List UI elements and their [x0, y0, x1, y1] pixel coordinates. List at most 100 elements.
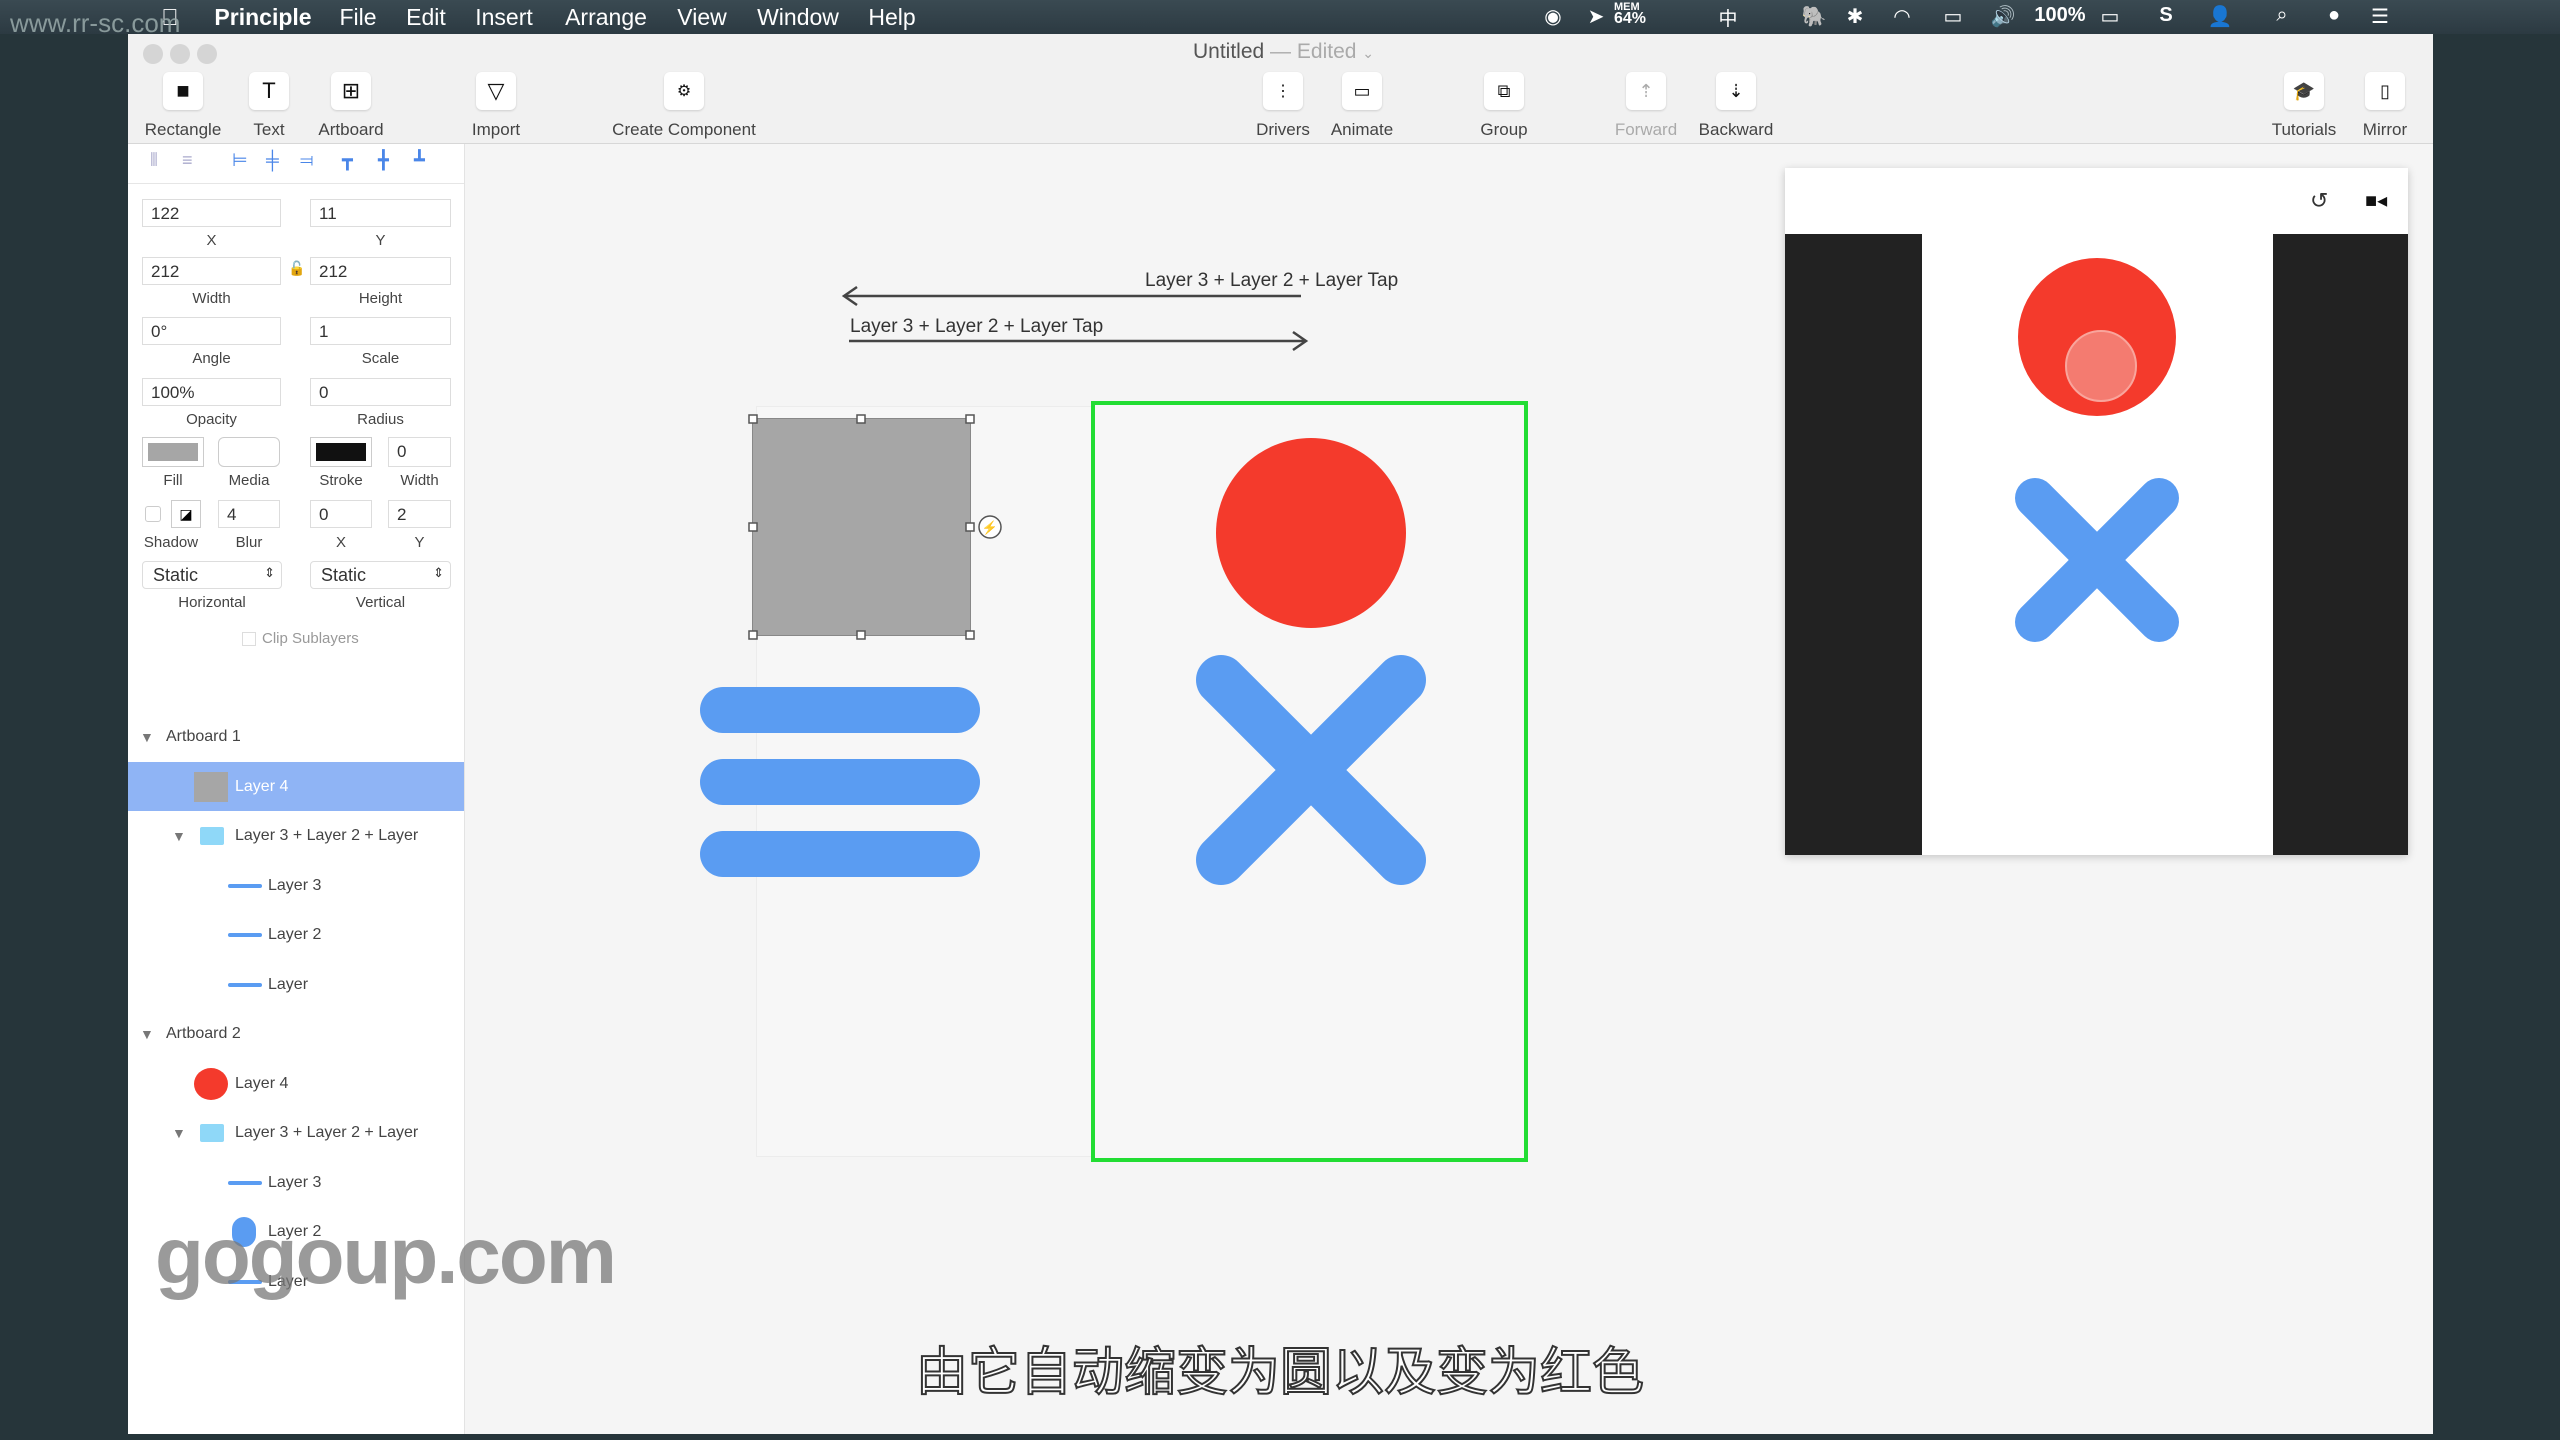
menu-help[interactable]: Help	[868, 4, 915, 31]
volume-icon[interactable]: 🔊	[1991, 4, 2016, 29]
battery-percent[interactable]: 100%	[2034, 4, 2085, 27]
user-icon[interactable]: 👤	[2208, 4, 2233, 29]
preview-device[interactable]	[1785, 234, 2408, 855]
horizontal-label: Horizontal	[178, 594, 246, 611]
layer-group[interactable]: ▼ Layer 3 + Layer 2 + Layer	[128, 1108, 464, 1157]
menu-app[interactable]: Principle	[214, 4, 311, 31]
stroke-width-field[interactable]: 0	[388, 437, 451, 467]
distribute-horizontal-icon[interactable]: ⦀	[150, 150, 158, 171]
mem-status[interactable]: MEM 64%	[1614, 1, 1646, 27]
menu-view[interactable]: View	[677, 4, 726, 31]
updown-chevron-icon: ⇕	[433, 565, 444, 580]
canvas[interactable]: Layer 3 + Layer 2 + Layer Tap Layer 3 + …	[465, 144, 2433, 1434]
layer-item[interactable]: Layer 2	[128, 910, 464, 959]
blue-bar-layer[interactable]	[700, 831, 980, 877]
animate-button[interactable]: ▭ Animate	[1302, 72, 1422, 140]
layer-item[interactable]: Layer 3	[128, 1158, 464, 1207]
video-camera-icon[interactable]: ■◂	[2365, 188, 2387, 213]
radius-field[interactable]: 0	[310, 378, 451, 406]
zoom-window-button[interactable]	[197, 44, 217, 64]
angle-field[interactable]: 0°	[142, 317, 281, 345]
group-icon: ⧉	[1484, 72, 1524, 110]
distribute-vertical-icon[interactable]: ≡	[182, 150, 193, 171]
send-icon[interactable]: ➤	[1588, 4, 1605, 29]
layer-item[interactable]: Layer 3	[128, 861, 464, 910]
stroke-label: Stroke	[319, 472, 363, 489]
fill-swatch[interactable]	[142, 437, 204, 467]
graduation-cap-icon: 🎓	[2284, 72, 2324, 110]
align-middle-icon[interactable]: ╋	[378, 150, 389, 171]
back-arrow[interactable]	[841, 285, 1301, 307]
disclosure-triangle-icon[interactable]: ▼	[172, 1125, 186, 1141]
align-bottom-icon[interactable]: ┻	[414, 150, 425, 171]
layer-group[interactable]: ▼ Layer 3 + Layer 2 + Layer	[128, 811, 464, 860]
align-right-icon[interactable]: ⫤	[300, 150, 314, 171]
battery-icon[interactable]: ▭	[2101, 4, 2120, 29]
menu-window[interactable]: Window	[757, 4, 839, 31]
create-component-button[interactable]: ⚙ Create Component	[594, 72, 774, 140]
backward-button[interactable]: ⇣ Backward	[1676, 72, 1796, 140]
airplay-icon[interactable]: ▭	[1944, 4, 1963, 29]
scale-field[interactable]: 1	[310, 317, 451, 345]
group-button[interactable]: ⧉ Group	[1444, 72, 1564, 140]
disclosure-triangle-icon[interactable]: ▼	[140, 1026, 154, 1042]
menu-arrange[interactable]: Arrange	[565, 4, 647, 31]
blur-field[interactable]: 4	[218, 500, 280, 528]
layer-item[interactable]: Layer	[128, 960, 464, 1009]
clip-sublayers-checkbox[interactable]	[242, 632, 256, 646]
animate-label: Animate	[1330, 120, 1394, 139]
notification-center-icon[interactable]: ☰	[2371, 4, 2389, 29]
vertical-select[interactable]: Static ⇕	[310, 561, 451, 589]
import-button[interactable]: ▽ Import	[436, 72, 556, 140]
shadow-x-field[interactable]: 0	[310, 500, 372, 528]
s-app-icon[interactable]: S	[2159, 4, 2172, 27]
blue-bar-layer-3[interactable]	[700, 687, 980, 733]
window-title[interactable]: Untitled — Edited ⌄	[1193, 40, 1374, 64]
lightning-icon[interactable]: ⚡	[982, 520, 998, 536]
menu-file[interactable]: File	[339, 4, 376, 31]
menu-insert[interactable]: Insert	[475, 4, 533, 31]
blue-bar-layer-2[interactable]	[700, 759, 980, 805]
record-icon[interactable]: ◉	[1544, 4, 1561, 29]
lock-icon[interactable]: 🔓	[288, 260, 305, 277]
disclosure-triangle-icon[interactable]: ▼	[140, 729, 154, 745]
selection-handles[interactable]: ⚡	[745, 411, 1005, 643]
media-well[interactable]	[218, 437, 280, 467]
shadow-checkbox[interactable]	[145, 506, 161, 522]
mirror-button[interactable]: ▯ Mirror	[2325, 72, 2445, 140]
blue-x-shape[interactable]	[1185, 644, 1437, 896]
y-field[interactable]: 11	[310, 199, 451, 227]
align-left-icon[interactable]: ⊨	[232, 150, 248, 171]
forward-arrow[interactable]	[849, 330, 1309, 352]
close-window-button[interactable]	[143, 44, 163, 64]
opacity-label: Opacity	[186, 411, 237, 428]
x-field[interactable]: 122	[142, 199, 281, 227]
shadow-y-field[interactable]: 2	[388, 500, 451, 528]
artboard-button[interactable]: ⊞ Artboard	[291, 72, 411, 140]
bluetooth-icon[interactable]: ✱	[1847, 4, 1864, 29]
layer-item[interactable]: Layer 4	[128, 1059, 464, 1108]
align-center-horizontal-icon[interactable]: ╪	[266, 150, 279, 171]
disclosure-triangle-icon[interactable]: ▼	[172, 828, 186, 844]
opacity-field[interactable]: 100%	[142, 378, 281, 406]
edited-status: — Edited	[1270, 40, 1357, 63]
evernote-icon[interactable]: 🐘	[1802, 4, 1827, 29]
horizontal-select[interactable]: Static ⇕	[142, 561, 282, 589]
search-icon[interactable]: ⌕	[2276, 4, 2287, 27]
red-circle-layer-4[interactable]	[1216, 438, 1406, 628]
layer-item-selected[interactable]: Layer 4	[128, 762, 464, 811]
layer-artboard-2[interactable]: ▼ Artboard 2	[128, 1009, 464, 1058]
stroke-swatch[interactable]	[310, 437, 372, 467]
menu-edit[interactable]: Edit	[406, 4, 446, 31]
input-method[interactable]: 中	[1718, 4, 1737, 31]
wifi-icon[interactable]: ◠	[1893, 4, 1910, 29]
align-top-icon[interactable]: ┳	[342, 150, 353, 171]
minimize-window-button[interactable]	[170, 44, 190, 64]
width-field[interactable]: 212	[142, 257, 281, 285]
shadow-color-swatch[interactable]: ◪	[171, 500, 201, 528]
layer-artboard-1[interactable]: ▼ Artboard 1	[128, 712, 464, 761]
restart-icon[interactable]: ↺	[2310, 188, 2328, 214]
height-field[interactable]: 212	[310, 257, 451, 285]
siri-icon[interactable]: ●	[2328, 4, 2340, 27]
bring-forward-icon: ⇡	[1626, 72, 1666, 110]
